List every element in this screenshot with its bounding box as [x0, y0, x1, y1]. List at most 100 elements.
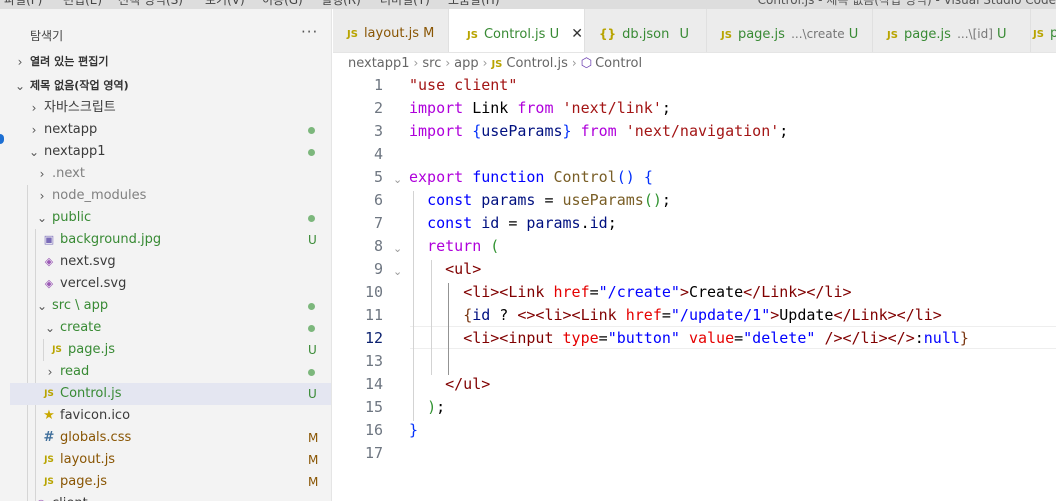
code-editor[interactable]: 1 2 3 4 5 6 7 8 9 10 11 12 13 14 15 16 1… — [333, 73, 1056, 501]
code-token: } — [959, 329, 969, 347]
js-icon: JS — [44, 477, 54, 487]
menu-terminal[interactable]: 터미널(T) — [380, 0, 430, 8]
line-number: 17 — [364, 444, 383, 462]
tree-item-label: nextapp1 — [44, 144, 106, 159]
menu-selection[interactable]: 선택 영역(S) — [118, 0, 183, 8]
tree-item-folder[interactable]: › .next — [10, 163, 331, 185]
breadcrumb-item[interactable]: nextapp1 — [348, 56, 410, 71]
ellipsis-icon[interactable]: ··· — [301, 23, 318, 41]
explorer-sidebar: 탐색기 ··· › 열려 있는 편집기 ⌄ 제목 없음(작업 영역) › 자바스… — [0, 9, 332, 501]
line-number: 7 — [373, 214, 383, 232]
tree-item-folder[interactable]: › 자바스크립트 — [10, 97, 331, 119]
code-token: "/create" — [598, 283, 680, 301]
tree-item-file[interactable]: ◈ next.svg — [10, 251, 331, 273]
code-line: const id = params.id; — [409, 214, 617, 232]
tab-status: M — [423, 26, 435, 41]
code-token: const — [427, 191, 473, 209]
tab-page-js-id[interactable]: JS page.js ...\[id] U — [873, 9, 1031, 52]
tree-item-folder[interactable]: ⌄ create — [10, 317, 331, 339]
code-line: </ul> — [409, 375, 490, 393]
tab-control-js[interactable]: JS Control.js U ✕ — [449, 9, 585, 52]
breadcrumb-item[interactable]: Control — [595, 56, 642, 71]
code-token: from — [580, 122, 617, 140]
code-token: <><li><Link — [517, 306, 617, 324]
code-token: = — [734, 329, 744, 347]
code-line: <li><Link href="/create">Create</Link></… — [409, 283, 851, 301]
tree-item-file[interactable]: ★ favicon.ico — [10, 405, 331, 427]
line-number: 2 — [373, 99, 383, 117]
tree-item-file[interactable]: ▣ background.jpg U — [10, 229, 331, 251]
code-token: const — [427, 214, 473, 232]
tree-item-file[interactable]: JS layout.js M — [10, 449, 331, 471]
section-label: 제목 없음(작업 영역) — [30, 79, 129, 92]
menu-bar: 파일(F) 편집(E) 선택 영역(S) 보기(V) 이동(G) 실행(R) 터… — [0, 0, 1056, 9]
tree-item-file[interactable]: ◉ client — [10, 493, 331, 501]
menu-file[interactable]: 파일(F) — [4, 0, 42, 8]
symbol-function-icon: ⬡ — [580, 56, 593, 71]
tree-item-label: favicon.ico — [60, 408, 131, 423]
tab-overflow[interactable]: JS p — [1031, 9, 1056, 52]
tree-item-folder[interactable]: ⌄ public — [10, 207, 331, 229]
explorer-title: 탐색기 — [30, 29, 64, 43]
fold-chevron-icon[interactable]: ⌄ — [393, 173, 402, 186]
code-line: {id ? <><li><Link href="/update/1">Updat… — [409, 306, 942, 324]
tree-item-file[interactable]: JS page.js M — [10, 471, 331, 493]
menu-edit[interactable]: 편집(E) — [63, 0, 102, 8]
fold-chevron-icon[interactable]: ⌄ — [393, 242, 402, 255]
code-token: 'next/navigation' — [625, 122, 780, 140]
breadcrumb-item[interactable]: app — [454, 56, 478, 71]
tree-item-file[interactable]: JS Control.js U — [10, 383, 331, 405]
js-icon: JS — [467, 30, 478, 41]
breadcrumb-item[interactable]: src — [422, 56, 441, 71]
code-token: = — [661, 306, 671, 324]
tree-item-file[interactable]: ◈ vercel.svg — [10, 273, 331, 295]
chevron-right-icon: › — [39, 189, 45, 203]
tab-layout-js[interactable]: JS layout.js M — [333, 9, 449, 52]
close-icon[interactable]: ✕ — [571, 26, 583, 42]
menu-help[interactable]: 도움말(H) — [448, 0, 500, 8]
tab-page-js-create[interactable]: JS page.js ...\create U — [707, 9, 873, 52]
tree-item-folder[interactable]: ⌄ nextapp1 — [10, 141, 331, 163]
tree-item-folder[interactable]: › nextapp — [10, 119, 331, 141]
chevron-right-icon: › — [47, 365, 53, 379]
tree-item-label: .next — [52, 166, 85, 181]
code-line: import Link from 'next/link'; — [409, 99, 671, 117]
code-token: . — [580, 214, 590, 232]
fold-chevron-icon[interactable]: ⌄ — [393, 265, 402, 278]
line-number: 10 — [364, 283, 383, 301]
tab-db-json[interactable]: {} db.json U — [585, 9, 707, 52]
breadcrumb-item[interactable]: Control.js — [506, 56, 568, 71]
menu-go[interactable]: 이동(G) — [262, 0, 303, 8]
tree-item-label: 자바스크립트 — [44, 100, 116, 115]
tree-item-folder[interactable]: › node_modules — [10, 185, 331, 207]
code-token: > — [770, 306, 780, 324]
code-token: () — [616, 168, 635, 186]
code-line: import {useParams} from 'next/navigation… — [409, 122, 788, 140]
tree-item-file[interactable]: # globals.css M — [10, 427, 331, 449]
code-token: </Link></li> — [833, 306, 942, 324]
tree-item-file[interactable]: JS page.js U — [10, 339, 331, 361]
menu-view[interactable]: 보기(V) — [205, 0, 245, 8]
section-open-editors[interactable]: › 열려 있는 편집기 — [10, 51, 331, 73]
tree-item-folder[interactable]: › read — [10, 361, 331, 383]
chevron-right-icon: › — [482, 56, 488, 70]
tab-label: Control.js — [483, 27, 546, 42]
code-token: "delete" — [743, 329, 816, 347]
section-workspace[interactable]: ⌄ 제목 없음(작업 영역) — [10, 75, 331, 97]
chevron-down-icon: ⌄ — [44, 321, 56, 335]
tree-item-folder[interactable]: ⌄ src \ app — [10, 295, 331, 317]
code-token: params — [481, 191, 536, 209]
menu-run[interactable]: 실행(R) — [321, 0, 361, 8]
code-token: = — [589, 283, 599, 301]
